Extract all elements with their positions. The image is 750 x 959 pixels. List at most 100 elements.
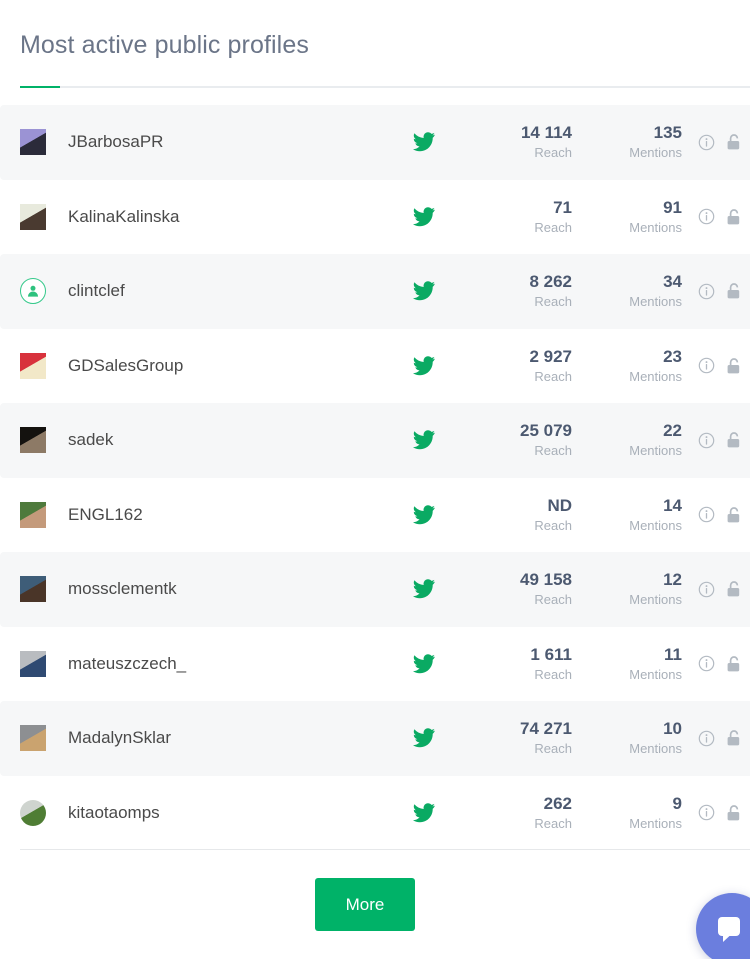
mentions-label: Mentions — [629, 666, 682, 682]
padlock-icon[interactable] — [724, 207, 744, 227]
reach-metric: 14 114 Reach — [444, 122, 572, 162]
mentions-value: 135 — [653, 123, 682, 143]
twitter-icon[interactable] — [404, 279, 444, 303]
mentions-value: 34 — [663, 272, 682, 292]
twitter-icon[interactable] — [404, 205, 444, 229]
mentions-label: Mentions — [629, 219, 682, 235]
table-row[interactable]: KalinaKalinska 71 Reach 91 Mentions — [0, 179, 750, 254]
mentions-metric: 12 Mentions — [572, 569, 682, 609]
table-row[interactable]: mossclementk 49 158 Reach 12 Mentions — [0, 552, 750, 627]
padlock-icon[interactable] — [724, 430, 744, 450]
table-row[interactable]: MadalynSklar 74 271 Reach 10 Mentions — [0, 701, 750, 776]
profile-name[interactable]: mossclementk — [68, 579, 388, 599]
mentions-label: Mentions — [629, 294, 682, 310]
mentions-metric: 11 Mentions — [572, 644, 682, 684]
table-row[interactable]: JBarbosaPR 14 114 Reach 135 Mentions — [0, 105, 750, 180]
mentions-value: 23 — [663, 346, 682, 366]
reach-label: Reach — [534, 741, 572, 757]
mentions-label: Mentions — [629, 741, 682, 757]
reach-value: 2 927 — [529, 346, 572, 366]
padlock-icon[interactable] — [724, 505, 744, 525]
mentions-metric: 34 Mentions — [572, 271, 682, 311]
table-row[interactable]: clintclef 8 262 Reach 34 Mentions — [0, 254, 750, 329]
profile-name[interactable]: clintclef — [68, 281, 388, 301]
padlock-icon[interactable] — [724, 579, 744, 599]
profile-name[interactable]: kitaotaomps — [68, 803, 388, 823]
mentions-metric: 14 Mentions — [572, 495, 682, 535]
padlock-icon[interactable] — [724, 654, 744, 674]
reach-label: Reach — [534, 368, 572, 384]
avatar — [20, 725, 46, 752]
profile-name[interactable]: GDSalesGroup — [68, 356, 388, 376]
twitter-icon[interactable] — [404, 354, 444, 378]
reach-metric: 8 262 Reach — [444, 271, 572, 311]
avatar — [20, 501, 46, 528]
info-circle-icon[interactable] — [696, 728, 716, 748]
row-actions — [696, 803, 750, 823]
info-circle-icon[interactable] — [696, 430, 716, 450]
twitter-icon[interactable] — [404, 726, 444, 750]
reach-label: Reach — [534, 145, 572, 161]
avatar-wrapper — [20, 650, 46, 677]
reach-label: Reach — [534, 443, 572, 459]
profile-name[interactable]: KalinaKalinska — [68, 207, 388, 227]
info-circle-icon[interactable] — [696, 281, 716, 301]
mentions-value: 14 — [663, 495, 682, 515]
reach-metric: 71 Reach — [444, 197, 572, 237]
info-circle-icon[interactable] — [696, 505, 716, 525]
profile-name[interactable]: MadalynSklar — [68, 728, 388, 748]
profile-name[interactable]: JBarbosaPR — [68, 132, 388, 152]
reach-metric: 1 611 Reach — [444, 644, 572, 684]
info-circle-icon[interactable] — [696, 579, 716, 599]
mentions-label: Mentions — [629, 443, 682, 459]
reach-value: 8 262 — [529, 272, 572, 292]
padlock-icon[interactable] — [724, 281, 744, 301]
info-circle-icon[interactable] — [696, 132, 716, 152]
info-circle-icon[interactable] — [696, 803, 716, 823]
mentions-label: Mentions — [629, 145, 682, 161]
padlock-icon[interactable] — [724, 356, 744, 376]
more-button[interactable]: More — [315, 878, 415, 931]
twitter-icon[interactable] — [404, 503, 444, 527]
avatar — [20, 427, 46, 454]
mentions-metric: 135 Mentions — [572, 122, 682, 162]
twitter-icon[interactable] — [404, 652, 444, 676]
info-circle-icon[interactable] — [696, 356, 716, 376]
twitter-icon[interactable] — [404, 130, 444, 154]
profiles-list: JBarbosaPR 14 114 Reach 135 Mentions KalinaKa… — [0, 105, 750, 850]
mentions-metric: 22 Mentions — [572, 420, 682, 460]
reach-value: 1 611 — [530, 644, 572, 664]
table-row[interactable]: kitaotaomps 262 Reach 9 Mentions — [0, 775, 750, 850]
mentions-metric: 23 Mentions — [572, 346, 682, 386]
table-row[interactable]: sadek 25 079 Reach 22 Mentions — [0, 403, 750, 478]
info-circle-icon[interactable] — [696, 207, 716, 227]
profile-name[interactable]: ENGL162 — [68, 505, 388, 525]
title-underline-rule — [20, 86, 750, 88]
reach-label: Reach — [534, 517, 572, 533]
reach-metric: 262 Reach — [444, 793, 572, 833]
twitter-icon[interactable] — [404, 577, 444, 601]
padlock-icon[interactable] — [724, 132, 744, 152]
info-circle-icon[interactable] — [696, 654, 716, 674]
row-actions — [696, 356, 750, 376]
row-actions — [696, 207, 750, 227]
table-row[interactable]: ENGL162 ND Reach 14 Mentions — [0, 477, 750, 552]
profile-name[interactable]: sadek — [68, 430, 388, 450]
twitter-icon[interactable] — [404, 428, 444, 452]
row-actions — [696, 132, 750, 152]
profile-name[interactable]: mateuszczech_ — [68, 654, 388, 674]
avatar — [20, 576, 46, 603]
avatar — [20, 352, 46, 379]
row-actions — [696, 430, 750, 450]
avatar — [20, 203, 46, 230]
avatar-wrapper — [20, 203, 46, 230]
table-row[interactable]: GDSalesGroup 2 927 Reach 23 Mentions — [0, 328, 750, 403]
chat-bubble-icon — [718, 912, 746, 946]
mentions-value: 91 — [663, 197, 682, 217]
table-row[interactable]: mateuszczech_ 1 611 Reach 11 Mentions — [0, 626, 750, 701]
twitter-icon[interactable] — [404, 801, 444, 825]
mentions-label: Mentions — [629, 368, 682, 384]
padlock-icon[interactable] — [724, 728, 744, 748]
padlock-icon[interactable] — [724, 803, 744, 823]
mentions-value: 22 — [663, 421, 682, 441]
